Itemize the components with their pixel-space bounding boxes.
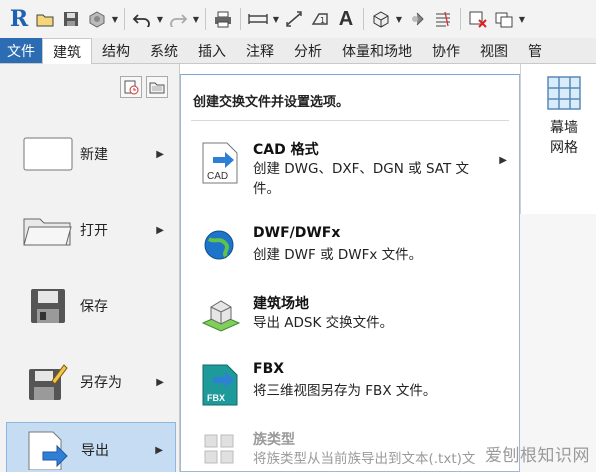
export-option-cad[interactable]: CAD CAD 格式 创建 DWG、DXF、DGN 或 SAT 文件。 ▶	[193, 139, 511, 203]
menu-item-save-as[interactable]: 另存为 ▶	[6, 346, 176, 418]
chevron-down-icon[interactable]: ▼	[191, 4, 201, 34]
section-icon[interactable]	[404, 4, 430, 34]
toolbar-separator	[205, 8, 206, 30]
tab-manage[interactable]: 管	[518, 38, 552, 63]
chevron-down-icon[interactable]: ▼	[517, 4, 527, 34]
menu-item-new[interactable]: 新建 ▶	[6, 118, 176, 190]
menu-item-save[interactable]: 保存	[6, 270, 176, 342]
menu-item-label: 打开	[80, 223, 108, 239]
tab-insert[interactable]: 插入	[188, 38, 236, 63]
chevron-down-icon[interactable]: ▼	[394, 4, 404, 34]
save-icon[interactable]	[58, 4, 84, 34]
tab-annotate[interactable]: 注释	[236, 38, 284, 63]
option-title: CAD 格式	[253, 142, 319, 158]
revit-logo-icon[interactable]: R	[6, 4, 32, 34]
tag-icon[interactable]: 1	[307, 4, 333, 34]
submenu-arrow-icon: ▶	[156, 376, 164, 388]
curtain-grid-button[interactable]: 幕墙 网格	[521, 118, 596, 158]
cad-icon: CAD	[201, 141, 241, 185]
svg-text:CAD: CAD	[207, 171, 228, 182]
menu-item-open[interactable]: 打开 ▶	[6, 194, 176, 266]
svg-text:FBX: FBX	[207, 393, 225, 403]
measure-icon[interactable]	[245, 4, 271, 34]
chevron-down-icon[interactable]: ▼	[155, 4, 165, 34]
recent-docs-strip	[6, 72, 174, 102]
save-as-icon	[20, 358, 76, 406]
option-description: 将三维视图另存为 FBX 文件。	[253, 383, 437, 399]
chevron-down-icon[interactable]: ▼	[110, 4, 120, 34]
redo-icon[interactable]	[165, 4, 191, 34]
submenu-arrow-icon: ▶	[156, 224, 164, 236]
export-submenu: 创建交换文件并设置选项。 CAD CAD 格式 创建 DWG、DXF、DGN 或…	[180, 74, 520, 472]
toolbar-separator	[124, 8, 125, 30]
fbx-icon: FBX	[201, 363, 241, 407]
option-description: 导出 ADSK 交换文件。	[253, 315, 394, 331]
export-option-fbx[interactable]: FBX FBX 将三维视图另存为 FBX 文件。	[193, 361, 511, 425]
open-icon[interactable]	[32, 4, 58, 34]
tab-architecture[interactable]: 建筑	[42, 38, 92, 64]
panel-header: 创建交换文件并设置选项。	[193, 95, 350, 110]
option-title: 建筑场地	[253, 296, 309, 312]
curtain-grid-icon[interactable]	[547, 76, 581, 114]
text-icon[interactable]: A	[333, 4, 359, 34]
menu-item-export[interactable]: 导出 ▶	[6, 422, 176, 472]
menu-item-label: 保存	[80, 299, 108, 315]
tab-systems[interactable]: 系统	[140, 38, 188, 63]
tab-file[interactable]: 文件	[0, 38, 42, 63]
tab-collaborate[interactable]: 协作	[422, 38, 470, 63]
submenu-arrow-icon: ▶	[499, 155, 507, 166]
open-folder-icon	[20, 206, 76, 254]
new-file-icon	[20, 130, 76, 178]
view-3d-icon[interactable]	[368, 4, 394, 34]
tab-massing-site[interactable]: 体量和场地	[332, 38, 422, 63]
option-description: 将族类型从当前族导出到文本(.txt)文	[253, 451, 476, 467]
family-types-icon	[201, 431, 241, 472]
drawing-area	[520, 214, 596, 472]
toolbar-separator	[240, 8, 241, 30]
option-title: FBX	[253, 361, 285, 377]
option-title: DWF/DWFx	[253, 225, 341, 241]
tab-view[interactable]: 视图	[470, 38, 518, 63]
close-views-icon[interactable]	[465, 4, 491, 34]
ribbon-tabs: 文件 建筑 结构 系统 插入 注释 分析 体量和场地 协作 视图 管	[0, 38, 596, 64]
open-documents-icon[interactable]	[146, 76, 168, 98]
option-title: 族类型	[253, 432, 295, 448]
submenu-arrow-icon: ▶	[156, 148, 164, 160]
menu-item-label: 另存为	[80, 375, 122, 391]
export-option-building-site[interactable]: 建筑场地 导出 ADSK 交换文件。	[193, 293, 511, 357]
svg-text:1: 1	[320, 16, 325, 25]
divider	[191, 120, 509, 121]
thin-lines-icon[interactable]	[430, 4, 456, 34]
watermark: 爱刨根知识网	[485, 446, 590, 466]
curtain-grid-label-2: 网格	[550, 140, 578, 156]
print-icon[interactable]	[210, 4, 236, 34]
curtain-grid-label-1: 幕墙	[550, 120, 578, 136]
menu-item-label: 导出	[81, 443, 109, 459]
ribbon-panel: 幕墙 网格	[520, 64, 596, 214]
export-option-family-types[interactable]: 族类型 将族类型从当前族导出到文本(.txt)文	[193, 429, 511, 472]
dimension-icon[interactable]	[281, 4, 307, 34]
recent-documents-icon[interactable]	[120, 76, 142, 98]
undo-icon[interactable]	[129, 4, 155, 34]
option-description: 创建 DWG、DXF、DGN 或 SAT 文件。	[253, 161, 469, 197]
tab-structure[interactable]: 结构	[92, 38, 140, 63]
quick-access-toolbar: R ▼ ▼ ▼ ▼ 1 A ▼ ▼	[0, 0, 596, 38]
export-icon	[21, 426, 77, 472]
toolbar-separator	[460, 8, 461, 30]
toolbar-separator	[363, 8, 364, 30]
submenu-arrow-icon: ▶	[155, 444, 163, 456]
dwf-globe-icon	[201, 227, 241, 271]
option-description: 创建 DWF 或 DWFx 文件。	[253, 247, 423, 263]
save-disk-icon	[20, 282, 76, 330]
sync-icon[interactable]	[84, 4, 110, 34]
building-site-icon	[201, 295, 241, 339]
chevron-down-icon[interactable]: ▼	[271, 4, 281, 34]
export-option-dwf[interactable]: DWF/DWFx 创建 DWF 或 DWFx 文件。	[193, 225, 511, 289]
switch-windows-icon[interactable]	[491, 4, 517, 34]
menu-item-label: 新建	[80, 147, 108, 163]
app-menu-commands: 新建 ▶ 打开 ▶ 保存 另存为 ▶ 导出 ▶	[0, 64, 180, 472]
tab-analyze[interactable]: 分析	[284, 38, 332, 63]
